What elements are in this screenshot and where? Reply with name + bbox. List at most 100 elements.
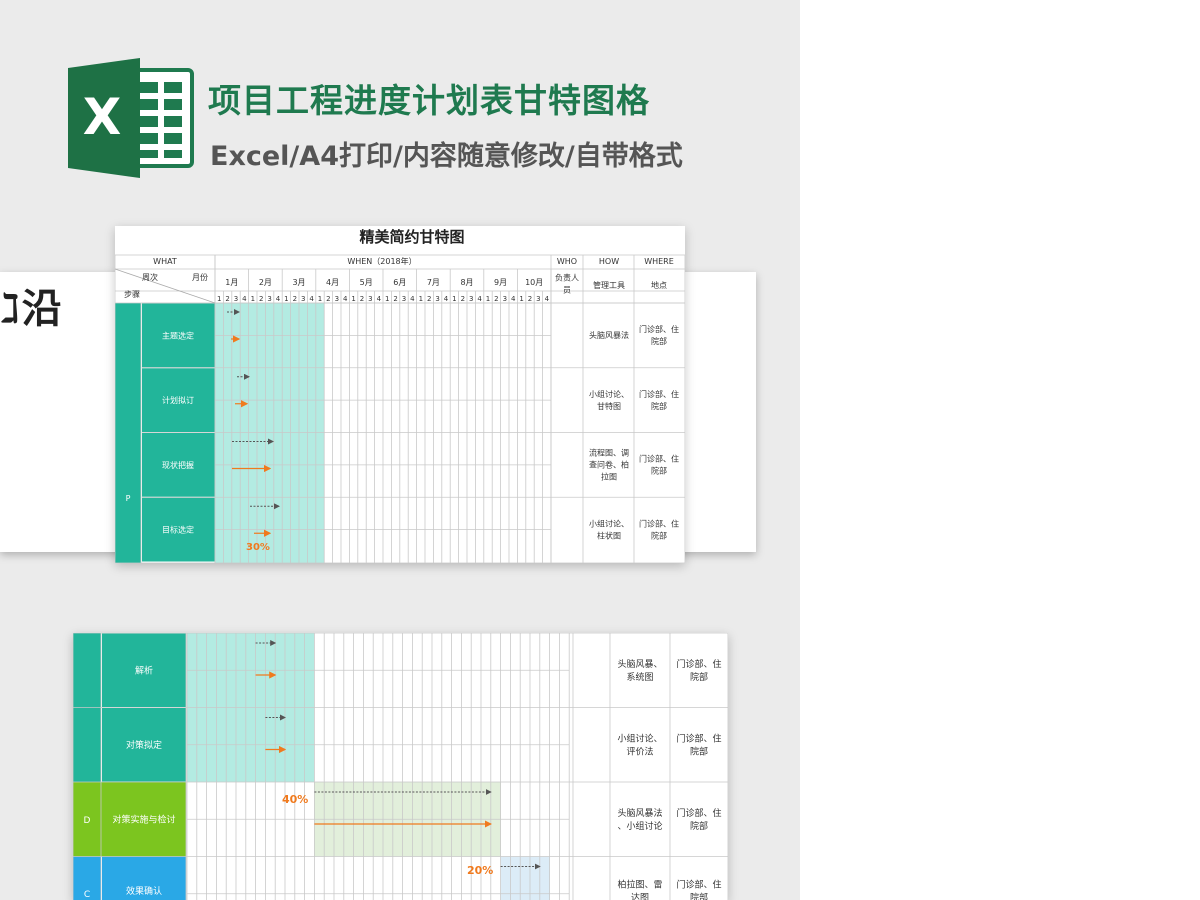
- progress-percent-c: 20%: [467, 864, 493, 877]
- week-label: 2: [528, 295, 532, 303]
- header-where-sub: 地点: [651, 280, 667, 290]
- task-name: 对策实施与检讨: [112, 813, 175, 825]
- header-where: WHERE: [644, 257, 674, 266]
- task-how: 头脑风暴、: [617, 658, 662, 670]
- task-name: 主题选定: [162, 330, 194, 340]
- week-label: 4: [242, 295, 247, 303]
- phase-label-p: P: [126, 494, 131, 503]
- logo-letter: X: [83, 88, 122, 146]
- gantt-card-bottom: 解析 头脑风暴、 系统图 门诊部、住 院部 对策拟定 小组讨论、 评价法 门诊部、住 院部 对策实施…: [72, 632, 729, 900]
- month-label: 10月: [525, 278, 543, 287]
- month-label: 8月: [460, 278, 473, 287]
- phase-label-c: C: [84, 890, 90, 900]
- week-label: 1: [251, 295, 255, 303]
- header-who: WHO: [557, 257, 577, 266]
- task-how: 达图: [631, 892, 649, 900]
- week-label: 2: [461, 295, 465, 303]
- task-how: 甘特图: [597, 401, 621, 411]
- task-name: 效果确认: [126, 885, 162, 897]
- task-where: 院部: [651, 530, 667, 540]
- week-label: 2: [326, 295, 330, 303]
- week-label: 2: [293, 295, 297, 303]
- week-label: 4: [377, 295, 382, 303]
- header-when: WHEN（2018年）: [347, 256, 416, 266]
- week-label: 1: [351, 295, 355, 303]
- header-who-sub: 负责人: [555, 273, 579, 283]
- page-subtitle: Excel/A4打印/内容随意修改/自带格式: [210, 141, 683, 172]
- task-name: 现状把握: [162, 460, 194, 470]
- task-how: 柱状图: [597, 530, 621, 540]
- week-label: 2: [259, 295, 263, 303]
- week-label: 3: [536, 295, 540, 303]
- task-name: 计划拟订: [162, 395, 194, 405]
- task-where: 院部: [690, 892, 708, 900]
- task-how: 小组讨论、: [589, 389, 629, 399]
- week-label: 4: [444, 295, 449, 303]
- header-zhouci: 周次: [142, 272, 158, 282]
- progress-percent: 30%: [246, 542, 270, 553]
- week-label: 1: [419, 295, 423, 303]
- header-what: WHAT: [153, 257, 177, 266]
- sheet-title: 精美简约甘特图: [359, 228, 464, 246]
- month-label: 3月: [292, 278, 305, 287]
- phase-cell-p: [115, 303, 141, 563]
- header-who-sub: 员: [563, 286, 571, 295]
- week-label: 2: [225, 295, 229, 303]
- task-where: 院部: [651, 401, 667, 411]
- task-where: 门诊部、住: [639, 518, 679, 528]
- week-label: 3: [335, 295, 339, 303]
- task-name: 对策拟定: [126, 739, 162, 751]
- task-where: 院部: [690, 671, 708, 683]
- week-label: 2: [427, 295, 431, 303]
- gantt-card-top: 1月 2月 3月 4月 5月 6月 7月 8月 9月 10月 1 2 3 4 1 2 3 4 1 2 3 4 1 2 3 4 1 2 3…: [114, 226, 686, 564]
- task-where: 院部: [690, 745, 708, 757]
- week-label: 1: [318, 295, 322, 303]
- week-label: 1: [486, 295, 490, 303]
- task-how: 评价法: [626, 745, 653, 757]
- month-label: 4月: [326, 278, 339, 287]
- week-label: 3: [368, 295, 372, 303]
- task-where: 门诊部、住: [676, 732, 721, 744]
- task-how: 、小组讨论: [617, 820, 662, 832]
- month-label: 2月: [259, 278, 272, 287]
- week-label: 4: [511, 295, 516, 303]
- month-label: 9月: [494, 278, 507, 287]
- week-label: 4: [545, 295, 550, 303]
- task-where: 院部: [651, 466, 667, 476]
- task-how: 头脑风暴法: [617, 807, 662, 819]
- page-title: 项目工程进度计划表甘特图格: [208, 81, 650, 120]
- gantt-sheet-top: 1月 2月 3月 4月 5月 6月 7月 8月 9月 10月1 2 3 4 1 2 3 4 1 2 3 4 1 2 3 4 1 2 3…: [114, 228, 686, 564]
- week-label: 1: [284, 295, 288, 303]
- week-label: 1: [519, 295, 523, 303]
- week-label: 3: [301, 295, 305, 303]
- month-label: 6月: [393, 278, 406, 287]
- week-label: 3: [435, 295, 439, 303]
- progress-percent-d: 40%: [282, 793, 308, 806]
- week-label: 1: [385, 295, 389, 303]
- task-name: 解析: [135, 664, 153, 676]
- task-how: 柏拉图、雷: [617, 879, 662, 891]
- preview-panel: X 项目工程进度计划表甘特图格 Excel/A4打印/内容随意修改/自带格式 ℷ…: [0, 0, 800, 900]
- week-label: 4: [343, 295, 348, 303]
- task-where: 门诊部、住: [676, 658, 721, 670]
- task-where: 门诊部、住: [639, 454, 679, 464]
- week-label: 2: [393, 295, 397, 303]
- month-label: 1月: [225, 278, 238, 287]
- week-label: 3: [503, 295, 507, 303]
- month-label: 5月: [360, 278, 373, 287]
- progress-fill: [215, 303, 325, 563]
- header-how: HOW: [599, 257, 619, 266]
- task-how: 系统图: [626, 671, 653, 683]
- task-how: 查问卷、柏: [589, 460, 629, 470]
- task-how: 头脑风暴法: [589, 330, 629, 340]
- header-how-sub: 管理工具: [593, 280, 625, 290]
- week-label: 2: [494, 295, 498, 303]
- task-how: 拉图: [601, 472, 617, 482]
- week-label: 3: [402, 295, 406, 303]
- header-yuefen: 月份: [192, 272, 208, 282]
- task-where: 门诊部、住: [639, 324, 679, 334]
- task-where: 门诊部、住: [676, 879, 721, 891]
- background-sheet-text: ℷ沿: [0, 286, 64, 332]
- task-name: 目标选定: [162, 525, 194, 535]
- week-label: 2: [360, 295, 364, 303]
